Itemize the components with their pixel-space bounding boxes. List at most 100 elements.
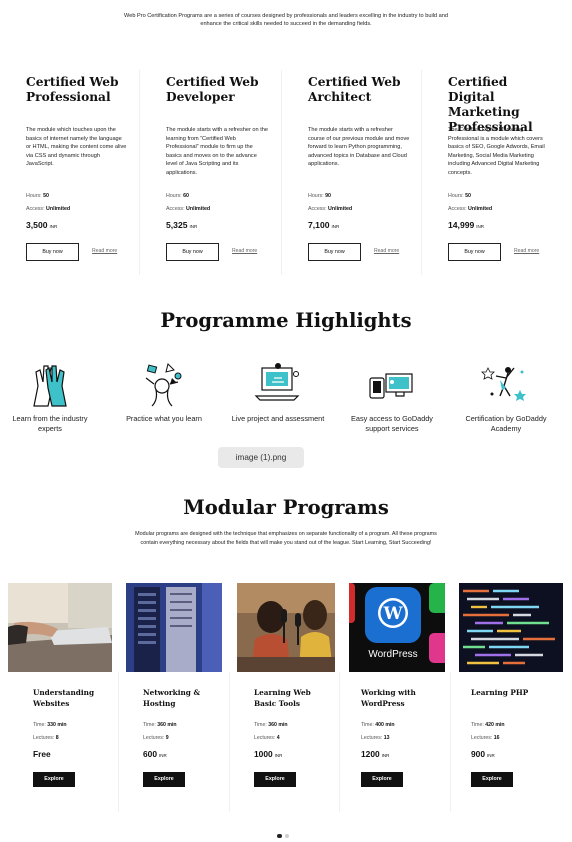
- explore-button[interactable]: Explore: [254, 772, 296, 787]
- highlight-label: Practice what you learn: [126, 414, 202, 423]
- time-value: 330 min: [47, 722, 67, 728]
- cert-meta: Hours: 50 Access: Unlimited: [26, 190, 70, 216]
- cert-meta: Hours: 60 Access: Unlimited: [166, 190, 210, 216]
- read-more-link[interactable]: Read more: [374, 248, 399, 254]
- explore-button[interactable]: Explore: [471, 772, 513, 787]
- buy-now-button[interactable]: Buy now: [448, 243, 501, 261]
- program-image-servers: [126, 583, 230, 672]
- lectures-value: 8: [55, 734, 59, 741]
- program-card: Understanding Websites Time: 330 min Lec…: [8, 583, 114, 813]
- program-meta: Time: 420 min Lectures: 16: [471, 719, 505, 744]
- program-title: Understanding Websites: [33, 688, 95, 708]
- program-price: 1000 INR: [254, 749, 282, 759]
- lectures-label: Lectures:: [471, 734, 493, 741]
- price-value: 600: [143, 749, 157, 759]
- hours-value: 50: [465, 193, 471, 199]
- juggling-person-icon: [138, 360, 190, 408]
- explore-button[interactable]: Explore: [33, 772, 75, 787]
- read-more-link[interactable]: Read more: [232, 248, 257, 254]
- modular-description: Modular programs are designed with the t…: [135, 531, 437, 546]
- cert-description: The module starts with a refresher on th…: [166, 127, 268, 176]
- cert-price: 5,325 INR: [166, 220, 197, 230]
- currency: INR: [274, 753, 283, 758]
- cert-card: Certified Web Architect The module start…: [281, 70, 420, 275]
- currency: INR: [189, 224, 198, 229]
- currency: INR: [476, 224, 485, 229]
- highlight-item: Learn from the industry experts: [2, 360, 98, 434]
- cert-title: Certified Web Professional: [26, 75, 119, 104]
- explore-button[interactable]: Explore: [143, 772, 185, 787]
- time-value: 420 min: [485, 722, 505, 728]
- highlight-label: Easy access to GoDaddy support services: [351, 414, 433, 433]
- program-title: Learning PHP: [471, 688, 529, 697]
- time-value: 400 min: [375, 722, 395, 728]
- celebration-icon: [480, 360, 532, 408]
- carousel-dot[interactable]: [284, 833, 289, 838]
- access-value: Unlimited: [46, 206, 71, 212]
- price-value: 14,999: [448, 220, 475, 230]
- access-label: Access:: [448, 206, 467, 212]
- program-title: Learning Web Basic Tools: [254, 688, 311, 708]
- devices-support-icon: [366, 360, 418, 408]
- currency: INR: [158, 753, 167, 758]
- price-value: 3,500: [26, 220, 48, 230]
- access-label: Access:: [26, 206, 45, 212]
- currency: INR: [331, 224, 340, 229]
- intro-text: Web Pro Certification Programs are a ser…: [124, 13, 448, 28]
- price-value: 5,325: [166, 220, 188, 230]
- lectures-value: 9: [165, 734, 169, 741]
- lectures-label: Lectures:: [254, 734, 276, 741]
- carousel-dot-active[interactable]: [277, 833, 282, 838]
- program-title: Networking & Hosting: [143, 688, 201, 708]
- program-card: Learning Web Basic Tools Time: 360 min L…: [229, 583, 335, 813]
- program-price: 600 INR: [143, 749, 167, 759]
- laptop-project-icon: [252, 360, 304, 408]
- buy-now-button[interactable]: Buy now: [308, 243, 361, 261]
- hours-value: 60: [183, 193, 189, 199]
- access-label: Access:: [308, 206, 327, 212]
- time-label: Time:: [33, 722, 46, 728]
- hours-value: 90: [325, 193, 331, 199]
- carousel-pagination: [277, 825, 292, 842]
- highlight-label: Certification by GoDaddy Academy: [465, 414, 547, 433]
- program-card: Networking & Hosting Time: 360 min Lectu…: [118, 583, 224, 813]
- cert-title: Certified Digital Marketing Professional: [448, 75, 533, 134]
- access-value: Unlimited: [328, 206, 353, 212]
- lectures-value: 13: [383, 734, 390, 741]
- buy-now-button[interactable]: Buy now: [166, 243, 219, 261]
- wordpress-logo-text: WordPress: [368, 649, 417, 660]
- program-meta: Time: 400 min Lectures: 13: [361, 719, 395, 744]
- lectures-label: Lectures:: [143, 734, 165, 741]
- cert-card: Certified Digital Marketing Professional…: [421, 70, 560, 275]
- program-card: W WordPress Working with WordPress Time:…: [339, 583, 445, 813]
- cert-price: 3,500 INR: [26, 220, 57, 230]
- access-value: Unlimited: [186, 206, 211, 212]
- lectures-label: Lectures:: [361, 734, 383, 741]
- buy-now-button[interactable]: Buy now: [26, 243, 79, 261]
- program-image-typing: [8, 583, 112, 672]
- time-label: Time:: [361, 722, 374, 728]
- program-price: 900 INR: [471, 749, 495, 759]
- image-filename-tag: image (1).png: [218, 447, 304, 468]
- cert-price: 14,999 INR: [448, 220, 484, 230]
- program-price: 1200 INR: [361, 749, 389, 759]
- lectures-value: 16: [493, 734, 500, 741]
- highlight-item: Live project and assessment: [230, 360, 326, 424]
- read-more-link[interactable]: Read more: [92, 248, 117, 254]
- access-value: Unlimited: [468, 206, 493, 212]
- time-label: Time:: [254, 722, 267, 728]
- program-card: Learning PHP Time: 420 min Lectures: 16 …: [450, 583, 563, 813]
- hours-label: Hours:: [308, 193, 324, 199]
- program-title: Working with WordPress: [361, 688, 416, 708]
- price-value: 1000: [254, 749, 273, 759]
- program-image-wordpress: W WordPress: [349, 583, 445, 672]
- cert-description: The module which touches upon the basics…: [26, 127, 127, 167]
- time-value: 360 min: [268, 722, 288, 728]
- highlights-title: Programme Highlights: [160, 309, 412, 332]
- price-value: 900: [471, 749, 485, 759]
- read-more-link[interactable]: Read more: [514, 248, 539, 254]
- cert-card: Certified Web Developer The module start…: [139, 70, 278, 275]
- explore-button[interactable]: Explore: [361, 772, 403, 787]
- program-image-code: [459, 583, 563, 672]
- time-label: Time:: [471, 722, 484, 728]
